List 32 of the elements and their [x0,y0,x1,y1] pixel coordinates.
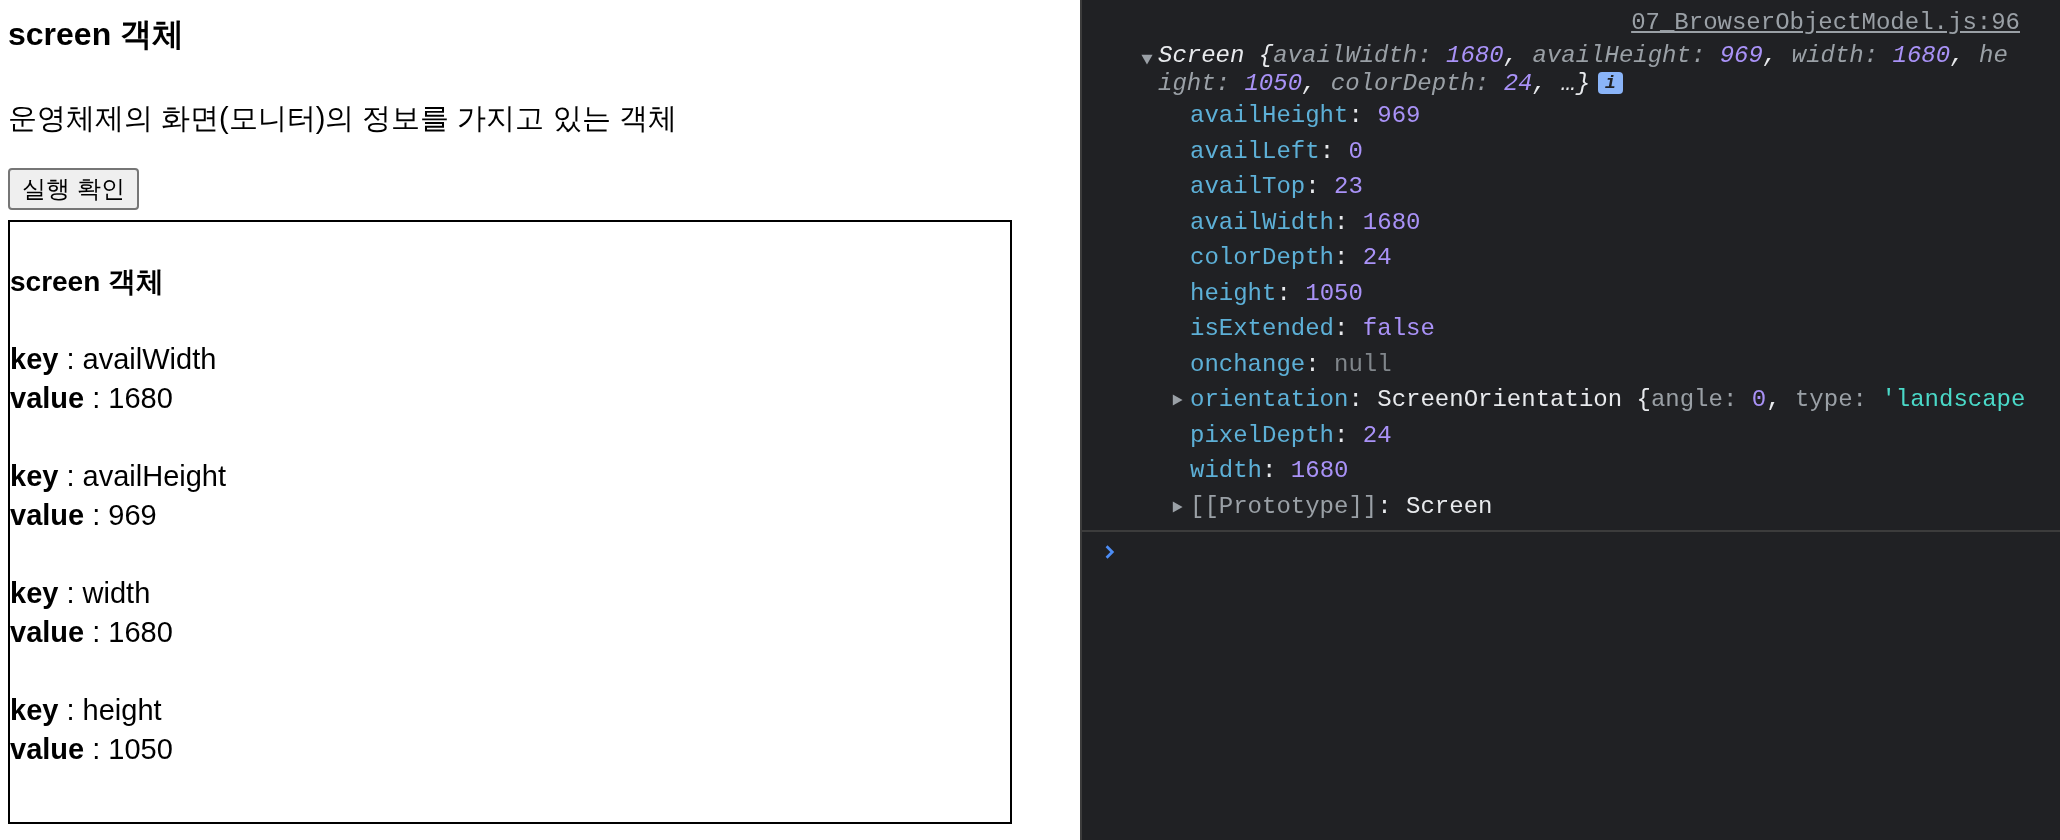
key-line: key : height [10,693,162,728]
property-line: colorDepth: 24 [1190,244,1392,272]
key-line: key : availHeight [10,459,227,494]
property-line: width: 1680 [1190,457,1349,485]
description-text: 운영체제의 화면(모니터)의 정보를 가지고 있는 객체 [8,101,677,136]
key-line: key : availWidth [10,342,217,377]
property-line: isExtended: false [1190,315,1435,343]
expand-triangle-icon[interactable] [1170,393,1184,407]
output-heading: screen 객체 [10,265,165,299]
expand-triangle-icon[interactable] [1170,499,1184,514]
run-button[interactable]: 실행 확인 [8,168,139,210]
page-heading: screen 객체 [8,15,186,54]
info-badge[interactable]: i [1598,72,1623,94]
expand-triangle-icon[interactable] [1140,52,1154,66]
object-summary-line[interactable]: ight: 1050, colorDepth: 24, …} [1158,70,1591,97]
property-line: availLeft: 0 [1190,137,1363,166]
key-line: key : width [10,576,151,611]
property-line: availTop: 23 [1190,173,1363,201]
value-line: value : 1050 [10,732,173,767]
value-line: value : 969 [10,498,157,533]
property-line: availWidth: 1680 [1190,208,1421,237]
property-line: height: 1050 [1190,279,1363,308]
value-line: value : 1680 [10,381,173,416]
property-line: availHeight: 969 [1190,102,1421,130]
property-line: pixelDepth: 24 [1190,421,1392,450]
property-line: onchange: null [1190,350,1392,379]
object-summary-line[interactable]: Screen {availWidth: 1680, availHeight: 969, width: 1680, he [1158,42,2008,69]
property-line: [[Prototype]]: Screen [1190,492,1493,521]
property-line: orientation: ScreenOrientation {angle: 0, type: 'landscape [1190,386,2026,414]
source-link[interactable]: 07_BrowserObjectModel.js:96 [1631,8,2020,38]
value-line: value : 1680 [10,615,173,650]
prompt-icon [1104,544,1116,560]
